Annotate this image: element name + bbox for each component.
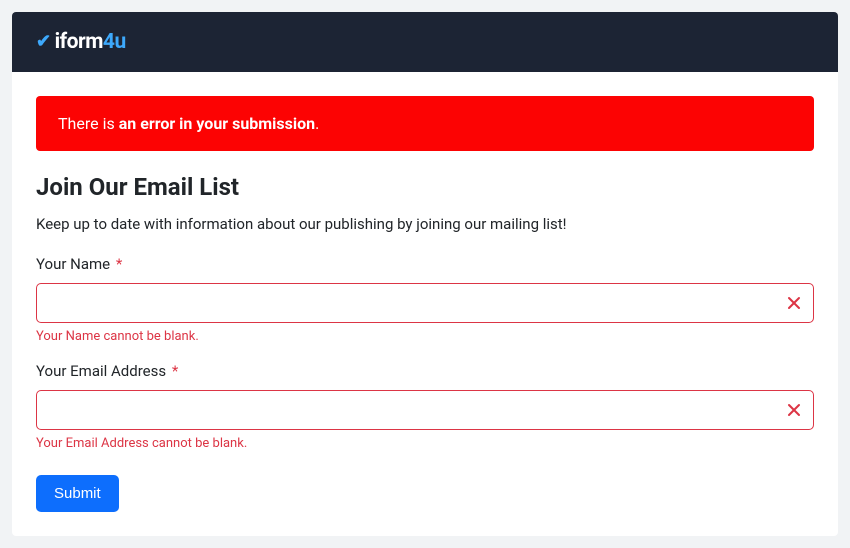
- email-required-mark: *: [172, 362, 178, 380]
- email-input[interactable]: [36, 390, 814, 430]
- alert-bold: an error in your submission: [119, 114, 315, 133]
- alert-suffix: .: [315, 114, 319, 133]
- submit-button[interactable]: Submit: [36, 475, 119, 512]
- content-area: There is an error in your submission. Jo…: [12, 72, 838, 536]
- header: ✔ iform4u: [12, 12, 838, 72]
- page-subtitle: Keep up to date with information about o…: [36, 215, 814, 233]
- email-label: Your Email Address *: [36, 362, 814, 380]
- email-input-wrap: [36, 390, 814, 430]
- error-alert: There is an error in your submission.: [36, 96, 814, 151]
- brand-part1: iform: [55, 30, 103, 54]
- email-label-text: Your Email Address: [36, 362, 166, 380]
- check-icon: ✔: [36, 31, 51, 52]
- name-label-text: Your Name: [36, 255, 110, 273]
- email-field-group: Your Email Address * Your Email Address …: [36, 362, 814, 451]
- page-card: ✔ iform4u There is an error in your subm…: [12, 12, 838, 536]
- alert-prefix: There is: [58, 114, 119, 133]
- name-input-wrap: [36, 283, 814, 323]
- brand-part2: 4u: [103, 30, 126, 54]
- name-error-msg: Your Name cannot be blank.: [36, 329, 814, 344]
- page-title: Join Our Email List: [36, 173, 814, 201]
- brand-logo: ✔ iform4u: [36, 30, 126, 54]
- name-required-mark: *: [116, 255, 122, 273]
- email-error-msg: Your Email Address cannot be blank.: [36, 436, 814, 451]
- name-input[interactable]: [36, 283, 814, 323]
- name-field-group: Your Name * Your Name cannot be blank.: [36, 255, 814, 344]
- name-label: Your Name *: [36, 255, 814, 273]
